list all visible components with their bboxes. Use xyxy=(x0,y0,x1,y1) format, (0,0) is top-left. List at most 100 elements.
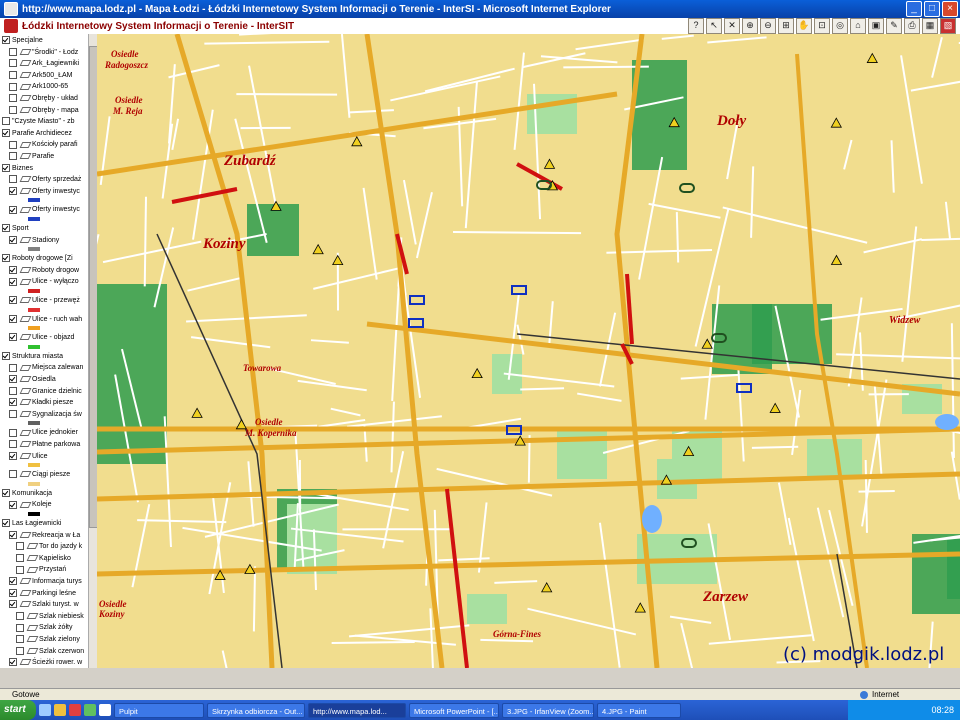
layer-checkbox[interactable] xyxy=(2,224,10,233)
layer-checkbox[interactable] xyxy=(16,646,24,655)
layer-checkbox[interactable] xyxy=(16,565,24,574)
layer-checkbox[interactable] xyxy=(9,375,17,384)
layer-item[interactable]: Rekreacja w Ła xyxy=(9,530,80,540)
task-powerpoint[interactable]: Microsoft PowerPoint - [... xyxy=(409,702,499,718)
layer-item[interactable]: Ulice jednokier xyxy=(9,428,78,437)
layer-item[interactable]: Koleje xyxy=(9,500,51,509)
layer-checkbox[interactable] xyxy=(9,409,17,418)
layer-item[interactable]: "Czyste Miasto" - zb xyxy=(2,117,75,126)
layer-checkbox[interactable] xyxy=(9,600,17,609)
layer-checkbox[interactable] xyxy=(9,314,17,323)
layer-checkbox[interactable] xyxy=(9,140,17,149)
map-tool-button[interactable]: ✋ xyxy=(796,18,812,34)
layer-item[interactable]: Ulice xyxy=(9,451,48,461)
window-titlebar[interactable]: http://www.mapa.lodz.pl - Mapa Łodzi - Ł… xyxy=(0,0,960,18)
map-tool-button[interactable]: ⌂ xyxy=(850,18,866,34)
layer-item[interactable]: Obręby - mapa xyxy=(9,105,79,115)
layer-item[interactable]: Szlak niebiesk xyxy=(16,611,84,621)
layer-checkbox[interactable] xyxy=(9,235,17,244)
layer-item[interactable]: Kąpielisko xyxy=(16,553,71,563)
layer-item[interactable]: Roboty drogowe [Zi xyxy=(2,254,73,263)
layer-item[interactable]: Kościoły parafi xyxy=(9,140,78,149)
layer-checkbox[interactable] xyxy=(16,623,24,632)
layer-checkbox[interactable] xyxy=(9,175,17,184)
layer-item[interactable]: Kładki piesze xyxy=(9,398,73,407)
quicklaunch-icon[interactable] xyxy=(39,704,51,716)
layer-item[interactable]: Ark500_ŁAM xyxy=(9,70,72,80)
layer-checkbox[interactable] xyxy=(9,500,17,509)
layer-item[interactable]: Przystań xyxy=(16,565,66,574)
layer-item[interactable]: Struktura miasta xyxy=(2,351,63,361)
layer-item[interactable]: Szlak żółty xyxy=(16,623,72,632)
layer-checkbox[interactable] xyxy=(2,351,10,360)
map-tool-button[interactable]: ✕ xyxy=(724,18,740,34)
layer-checkbox[interactable] xyxy=(9,186,17,195)
layer-checkbox[interactable] xyxy=(2,117,10,126)
task-pulpit[interactable]: Pulpit xyxy=(114,702,204,718)
layer-item[interactable]: Ścieżki rower. w xyxy=(9,658,82,667)
layer-item[interactable]: Miejsca zalewan xyxy=(9,363,83,372)
map-tool-button[interactable]: ↖ xyxy=(706,18,722,34)
layer-checkbox[interactable] xyxy=(9,588,17,597)
layer-checkbox[interactable] xyxy=(2,519,10,528)
map-tool-button[interactable]: ✎ xyxy=(886,18,902,34)
layer-checkbox[interactable] xyxy=(9,451,17,460)
layer-item[interactable]: Ulice - wyłączo xyxy=(9,277,79,286)
layer-checkbox[interactable] xyxy=(9,658,17,667)
map-tool-button[interactable]: ▣ xyxy=(868,18,884,34)
quicklaunch-icon[interactable] xyxy=(84,704,96,716)
layer-checkbox[interactable] xyxy=(9,105,17,114)
map-canvas[interactable]: Osiedle Radogoszcz Osiedle M. Reja Doły … xyxy=(97,34,960,668)
task-irfanview[interactable]: 3.JPG - IrfanView (Zoom... xyxy=(502,702,594,718)
layer-checkbox[interactable] xyxy=(9,152,17,161)
map-tool-button[interactable]: ⎙ xyxy=(904,18,920,34)
minimize-button[interactable]: _ xyxy=(906,1,922,17)
layer-item[interactable]: Ulice - ruch wah xyxy=(9,314,82,324)
layer-checkbox[interactable] xyxy=(9,59,17,68)
map-tool-button[interactable]: ⊖ xyxy=(760,18,776,34)
layer-checkbox[interactable] xyxy=(9,386,17,395)
layer-item[interactable]: Parafie xyxy=(9,152,54,161)
layer-checkbox[interactable] xyxy=(9,440,17,449)
layer-checkbox[interactable] xyxy=(9,363,17,372)
layer-checkbox[interactable] xyxy=(9,398,17,407)
layer-item[interactable]: Sport xyxy=(2,224,29,233)
layer-item[interactable]: Stadiony xyxy=(9,235,59,245)
layer-checkbox[interactable] xyxy=(9,277,17,286)
task-outlook[interactable]: Skrzynka odbiorcza - Out... xyxy=(207,702,305,718)
map-tool-button[interactable]: ? xyxy=(688,18,704,34)
layer-checkbox[interactable] xyxy=(9,577,17,586)
layer-item[interactable]: Oferty inwestyc xyxy=(9,205,80,214)
layer-item[interactable]: Ulice - objazd xyxy=(9,333,74,342)
layer-item[interactable]: Szlak czerwon xyxy=(16,646,84,656)
layer-item[interactable]: Komunikacja xyxy=(2,488,52,498)
layer-item[interactable]: Ciągi piesze xyxy=(9,470,70,479)
layer-checkbox[interactable] xyxy=(2,254,10,263)
layer-item[interactable]: Parkingi leśne xyxy=(9,588,76,598)
layer-checkbox[interactable] xyxy=(2,128,10,137)
layer-checkbox[interactable] xyxy=(9,70,17,79)
quicklaunch-icon[interactable] xyxy=(69,704,81,716)
layer-checkbox[interactable] xyxy=(9,82,17,91)
layer-checkbox[interactable] xyxy=(9,296,17,305)
layer-item[interactable]: Szlaki turyst. w xyxy=(9,600,79,609)
layer-item[interactable]: Płatne parkowa xyxy=(9,440,80,449)
task-browser[interactable]: http://www.mapa.lod... xyxy=(308,702,406,718)
layer-checkbox[interactable] xyxy=(9,205,17,214)
task-paint[interactable]: 4.JPG - Paint xyxy=(597,702,681,718)
layer-item[interactable]: Ark_Łagiewniki xyxy=(9,59,79,68)
layer-checkbox[interactable] xyxy=(9,47,17,56)
layer-checkbox[interactable] xyxy=(9,333,17,342)
map-tool-button[interactable]: ⊕ xyxy=(742,18,758,34)
layer-item[interactable]: Sygnalizacja św xyxy=(9,409,82,419)
layer-item[interactable]: Biznes xyxy=(2,163,33,173)
layer-checkbox[interactable] xyxy=(9,530,17,539)
layer-item[interactable]: Roboty drogow xyxy=(9,265,79,275)
layer-item[interactable]: Szlak zielony xyxy=(16,635,80,644)
map-tool-button[interactable]: ▧ xyxy=(940,18,956,34)
layer-checkbox[interactable] xyxy=(2,488,10,497)
map-tool-button[interactable]: ⊡ xyxy=(814,18,830,34)
maximize-button[interactable]: □ xyxy=(924,1,940,17)
map-tool-button[interactable]: ⊞ xyxy=(778,18,794,34)
layer-item[interactable]: Oferty inwestyc xyxy=(9,186,80,196)
